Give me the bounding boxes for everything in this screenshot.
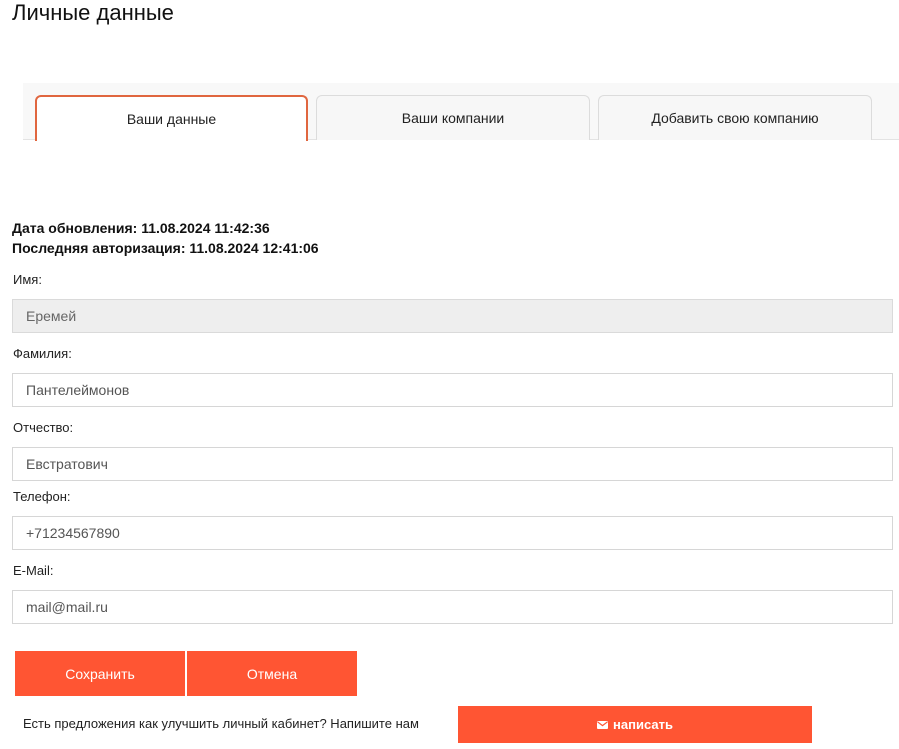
first-name-label: Имя: — [13, 272, 42, 287]
phone-label: Телефон: — [13, 489, 71, 504]
last-login-date: Последняя авторизация: 11.08.2024 12:41:… — [12, 240, 319, 256]
last-name-field[interactable] — [12, 373, 893, 407]
save-button[interactable]: Сохранить — [15, 651, 185, 696]
tab-your-data[interactable]: Ваши данные — [35, 95, 308, 141]
email-field[interactable] — [12, 590, 893, 624]
cancel-button[interactable]: Отмена — [187, 651, 357, 696]
first-name-field — [12, 299, 893, 333]
tab-add-company[interactable]: Добавить свою компанию — [598, 95, 872, 140]
write-us-label: написать — [613, 717, 673, 732]
phone-field[interactable] — [12, 516, 893, 550]
envelope-icon — [597, 720, 609, 729]
updated-date: Дата обновления: 11.08.2024 11:42:36 — [12, 220, 270, 236]
tab-your-companies[interactable]: Ваши компании — [316, 95, 590, 140]
last-name-label: Фамилия: — [13, 346, 72, 361]
middle-name-label: Отчество: — [13, 420, 74, 435]
feedback-text: Есть предложения как улучшить личный каб… — [23, 716, 419, 731]
write-us-button[interactable]: написать — [458, 706, 812, 743]
tabs-bar: Ваши данные Ваши компании Добавить свою … — [23, 83, 899, 141]
page-title: Личные данные — [12, 0, 174, 25]
email-label: E-Mail: — [13, 563, 54, 578]
middle-name-field[interactable] — [12, 447, 893, 481]
